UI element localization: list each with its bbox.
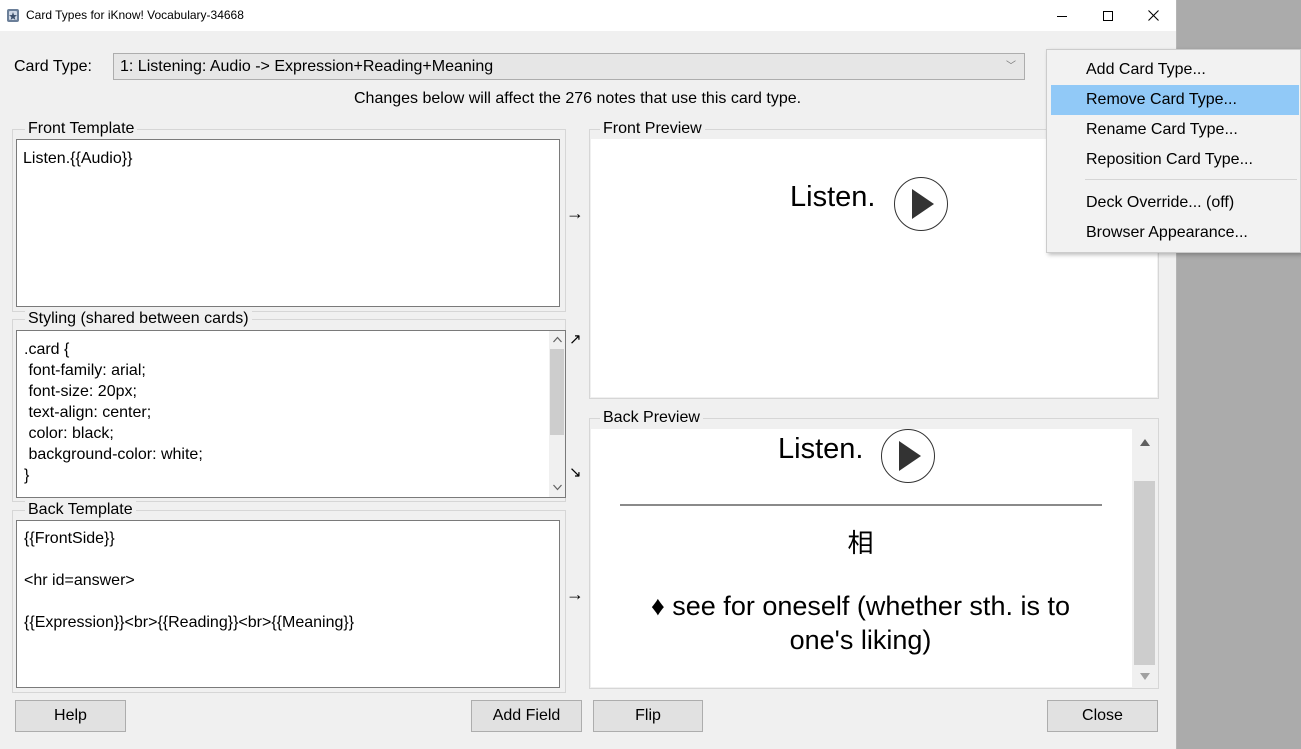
back-template-editor[interactable]: {{FrontSide}} <hr id=answer> {{Expressio… bbox=[16, 520, 560, 688]
card-type-select[interactable]: 1: Listening: Audio -> Expression+Readin… bbox=[113, 53, 1025, 80]
back-preview-meaning-line2: one's liking) bbox=[789, 625, 932, 655]
card-type-label: Card Type: bbox=[14, 58, 92, 75]
styling-line: font-size: 20px; bbox=[24, 383, 137, 400]
styling-title: Styling (shared between cards) bbox=[25, 310, 252, 328]
play-icon bbox=[912, 189, 934, 219]
back-preview-scroll-thumb[interactable] bbox=[1134, 481, 1155, 665]
help-button[interactable]: Help bbox=[15, 700, 126, 732]
menu-item-browser-appearance[interactable]: Browser Appearance... bbox=[1051, 218, 1299, 248]
front-arrow-right: → bbox=[566, 203, 584, 223]
styling-scroll-thumb[interactable] bbox=[550, 349, 564, 435]
styling-editor[interactable]: .card { font-family: arial; font-size: 2… bbox=[16, 330, 566, 498]
chevron-down-icon: ﹀ bbox=[1006, 61, 1016, 72]
back-template-title: Back Template bbox=[25, 501, 136, 519]
back-preview-meaning-line1: ♦ see for oneself (whether sth. is to bbox=[651, 591, 1070, 621]
scroll-down-icon bbox=[1140, 673, 1150, 680]
window-title: Card Types for iKnow! Vocabulary-34668 bbox=[26, 8, 244, 22]
styling-line: } bbox=[24, 467, 30, 484]
menu-item-add-card-type[interactable]: Add Card Type... bbox=[1051, 55, 1299, 85]
close-window-button[interactable] bbox=[1130, 0, 1176, 31]
back-preview-title: Back Preview bbox=[600, 409, 703, 427]
styling-line: font-family: arial; bbox=[24, 362, 146, 379]
affected-notes-notice: Changes below will affect the 276 notes … bbox=[354, 90, 802, 107]
menu-item-label: Browser Appearance... bbox=[1086, 224, 1248, 241]
styling-line: background-color: white; bbox=[24, 446, 203, 463]
back-preview-expression: 相 bbox=[847, 529, 874, 559]
menu-item-label: Reposition Card Type... bbox=[1086, 151, 1253, 168]
maximize-icon bbox=[1103, 10, 1113, 21]
back-preview-scrollbar[interactable] bbox=[1132, 429, 1157, 687]
front-template-title: Front Template bbox=[25, 120, 138, 138]
back-audio-play-button[interactable] bbox=[881, 429, 935, 483]
title-bar: Card Types for iKnow! Vocabulary-34668 bbox=[0, 0, 1176, 31]
add-field-button[interactable]: Add Field bbox=[471, 700, 582, 732]
styling-line: .card { bbox=[24, 341, 70, 358]
back-template-line: {{Expression}}<br>{{Reading}}<br>{{Meani… bbox=[24, 614, 355, 631]
close-button[interactable]: Close bbox=[1047, 700, 1158, 732]
back-template-line bbox=[24, 591, 354, 612]
minimize-icon bbox=[1057, 15, 1067, 17]
answer-divider bbox=[620, 504, 1102, 506]
menu-separator bbox=[1085, 179, 1297, 180]
menu-item-label: Add Card Type... bbox=[1086, 61, 1206, 78]
scroll-down-icon bbox=[553, 484, 562, 491]
card-type-selected-value: 1: Listening: Audio -> Expression+Readin… bbox=[120, 58, 494, 75]
styling-arrow-down-right: ↘ bbox=[569, 464, 582, 481]
styling-arrow-up-right: ↗ bbox=[569, 331, 582, 348]
back-template-line: {{FrontSide}} bbox=[24, 530, 115, 547]
menu-item-label: Rename Card Type... bbox=[1086, 121, 1238, 138]
front-audio-play-button[interactable] bbox=[894, 177, 948, 231]
menu-item-remove-card-type[interactable]: Remove Card Type... bbox=[1051, 85, 1299, 115]
back-template-line bbox=[24, 549, 354, 570]
styling-line: text-align: center; bbox=[24, 404, 152, 421]
front-preview-title: Front Preview bbox=[600, 120, 705, 138]
menu-item-reposition-card-type[interactable]: Reposition Card Type... bbox=[1051, 145, 1299, 175]
back-arrow-right: → bbox=[566, 584, 584, 604]
menu-item-rename-card-type[interactable]: Rename Card Type... bbox=[1051, 115, 1299, 145]
options-menu: Add Card Type... Remove Card Type... Ren… bbox=[1046, 49, 1301, 253]
play-icon bbox=[899, 441, 921, 471]
scroll-up-icon bbox=[1140, 439, 1150, 446]
card-types-window: Card Types for iKnow! Vocabulary-34668 C… bbox=[0, 0, 1177, 749]
menu-item-deck-override[interactable]: Deck Override... (off) bbox=[1051, 188, 1299, 218]
scroll-up-icon bbox=[553, 336, 562, 343]
menu-item-label: Deck Override... (off) bbox=[1086, 194, 1235, 211]
styling-scrollbar[interactable] bbox=[549, 331, 565, 497]
styling-text: .card { font-family: arial; font-size: 2… bbox=[24, 339, 203, 486]
menu-item-label: Remove Card Type... bbox=[1086, 91, 1237, 108]
flip-button[interactable]: Flip bbox=[593, 700, 703, 732]
back-template-text: {{FrontSide}} <hr id=answer> {{Expressio… bbox=[24, 528, 354, 633]
close-icon bbox=[1147, 10, 1159, 21]
anki-app-icon bbox=[7, 9, 19, 22]
front-template-editor[interactable]: Listen.{{Audio}} bbox=[16, 139, 560, 307]
back-template-line: <hr id=answer> bbox=[24, 572, 135, 589]
maximize-button[interactable] bbox=[1085, 0, 1131, 31]
front-preview-text: Listen. bbox=[790, 181, 876, 213]
styling-line: color: black; bbox=[24, 425, 114, 442]
back-preview-pane: Listen. 相 ♦ see for oneself (whether sth… bbox=[591, 429, 1157, 687]
minimize-button[interactable] bbox=[1039, 0, 1085, 31]
back-preview-text: Listen. bbox=[778, 433, 864, 465]
front-template-text: Listen.{{Audio}} bbox=[23, 150, 133, 167]
